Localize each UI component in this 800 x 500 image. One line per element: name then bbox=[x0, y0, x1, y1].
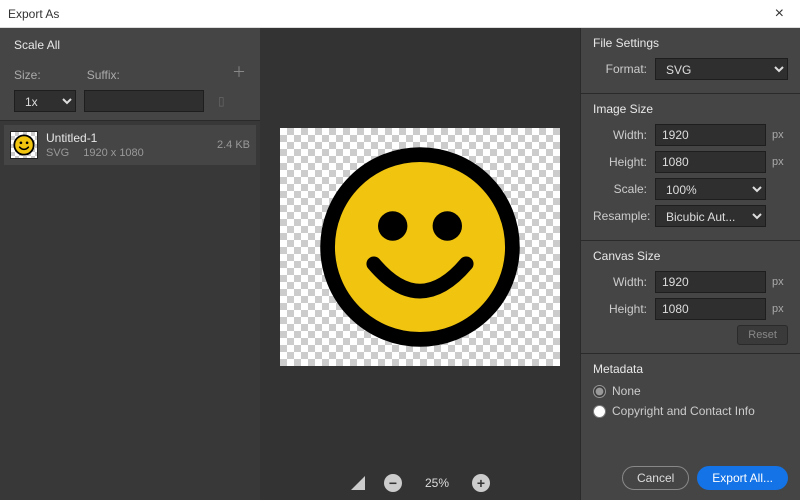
delete-scale-icon[interactable]: ▯ bbox=[218, 94, 225, 108]
preview-canvas bbox=[280, 128, 560, 366]
radio-input[interactable] bbox=[593, 385, 606, 398]
footer: Cancel Export All... bbox=[581, 456, 800, 500]
img-width-input[interactable] bbox=[655, 124, 766, 146]
cv-height-input[interactable] bbox=[655, 298, 766, 320]
zoom-level: 25% bbox=[420, 476, 454, 490]
format-label: Format: bbox=[593, 62, 655, 76]
titlebar: Export As × bbox=[0, 0, 800, 28]
image-size-section: Image Size Width: px Height: px Scale: 1… bbox=[581, 94, 800, 241]
contrast-icon[interactable] bbox=[350, 475, 366, 491]
zoom-out-button[interactable]: − bbox=[384, 474, 402, 492]
zoom-in-button[interactable]: + bbox=[472, 474, 490, 492]
px-unit: px bbox=[772, 303, 788, 315]
img-height-input[interactable] bbox=[655, 151, 766, 173]
img-height-label: Height: bbox=[593, 155, 655, 169]
file-list: Untitled-1 SVG 1920 x 1080 2.4 KB bbox=[0, 121, 260, 500]
resample-select[interactable]: Bicubic Aut... bbox=[655, 205, 766, 227]
scale-all-section: Scale All Size: Suffix: ＋ 1x ▯ bbox=[0, 28, 260, 121]
img-scale-label: Scale: bbox=[593, 182, 655, 196]
file-settings-heading: File Settings bbox=[593, 36, 788, 50]
file-row[interactable]: Untitled-1 SVG 1920 x 1080 2.4 KB bbox=[4, 125, 256, 165]
metadata-copyright-label: Copyright and Contact Info bbox=[612, 404, 755, 418]
cancel-button[interactable]: Cancel bbox=[622, 466, 689, 490]
size-label: Size: bbox=[14, 68, 41, 82]
size-select[interactable]: 1x bbox=[14, 90, 76, 112]
file-format: SVG bbox=[46, 147, 69, 159]
px-unit: px bbox=[772, 129, 788, 141]
image-size-heading: Image Size bbox=[593, 102, 788, 116]
file-size: 2.4 KB bbox=[217, 139, 250, 151]
metadata-section: Metadata None Copyright and Contact Info bbox=[581, 354, 800, 432]
file-dimensions: 1920 x 1080 bbox=[83, 147, 144, 159]
cv-width-input[interactable] bbox=[655, 271, 766, 293]
px-unit: px bbox=[772, 156, 788, 168]
canvas-size-heading: Canvas Size bbox=[593, 249, 788, 263]
metadata-heading: Metadata bbox=[593, 362, 788, 376]
metadata-none-label: None bbox=[612, 384, 641, 398]
zoom-toolbar: − 25% + bbox=[260, 466, 580, 500]
file-thumbnail bbox=[10, 131, 38, 159]
resample-label: Resample: bbox=[593, 209, 655, 223]
cv-height-label: Height: bbox=[593, 302, 655, 316]
main: Scale All Size: Suffix: ＋ 1x ▯ Untitled-… bbox=[0, 28, 800, 500]
right-panel: File Settings Format: SVG Image Size Wid… bbox=[580, 28, 800, 500]
window-title: Export As bbox=[8, 7, 59, 21]
left-panel: Scale All Size: Suffix: ＋ 1x ▯ Untitled-… bbox=[0, 28, 260, 500]
scale-all-heading: Scale All bbox=[14, 38, 246, 52]
reset-button[interactable]: Reset bbox=[737, 325, 788, 345]
metadata-none-radio[interactable]: None bbox=[593, 384, 788, 398]
img-scale-select[interactable]: 100% bbox=[655, 178, 766, 200]
format-select[interactable]: SVG bbox=[655, 58, 788, 80]
close-icon[interactable]: × bbox=[767, 5, 792, 23]
px-unit: px bbox=[772, 276, 788, 288]
suffix-input[interactable] bbox=[84, 90, 204, 112]
img-width-label: Width: bbox=[593, 128, 655, 142]
preview-panel: − 25% + bbox=[260, 28, 580, 500]
add-scale-icon[interactable]: ＋ bbox=[232, 62, 246, 82]
radio-input[interactable] bbox=[593, 405, 606, 418]
export-all-button[interactable]: Export All... bbox=[697, 466, 788, 490]
canvas-size-section: Canvas Size Width: px Height: px Reset bbox=[581, 241, 800, 354]
preview-area bbox=[260, 28, 580, 466]
metadata-copyright-radio[interactable]: Copyright and Contact Info bbox=[593, 404, 788, 418]
file-settings-section: File Settings Format: SVG bbox=[581, 28, 800, 94]
suffix-label: Suffix: bbox=[87, 68, 120, 82]
preview-image bbox=[315, 142, 525, 352]
cv-width-label: Width: bbox=[593, 275, 655, 289]
file-name: Untitled-1 bbox=[46, 131, 209, 145]
